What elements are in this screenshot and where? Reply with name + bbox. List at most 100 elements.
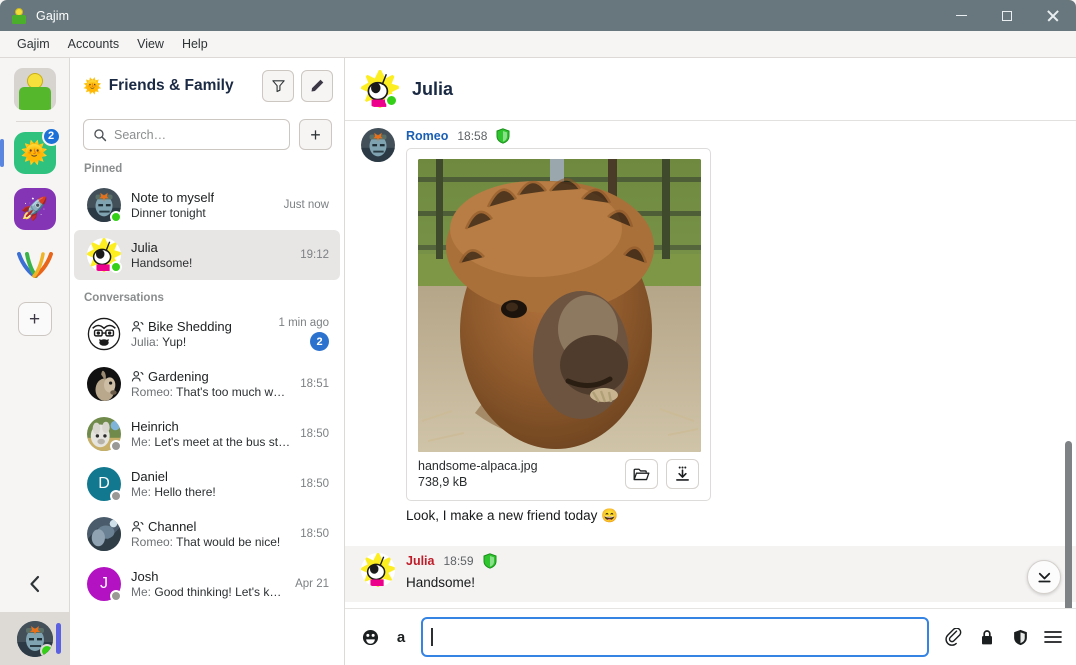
chat-row-julia[interactable]: Julia Handsome! 19:12 [74, 230, 340, 280]
security-shield-button[interactable] [1009, 626, 1031, 648]
text-caret [431, 628, 433, 646]
rail-bottom [0, 555, 70, 665]
chat-row-name: Josh [131, 569, 159, 584]
chat-row-preview: Me: Let's meet at the bus stop then [131, 435, 290, 449]
chat-list-panel: 🌞 Friends & Family Search… + Pinned Note… [70, 58, 345, 665]
sun-emoji-icon: 🌞 [20, 140, 49, 165]
message-list[interactable]: Romeo 18:58 handsome-alpaca.jpg 738,9 kB… [345, 121, 1076, 608]
plus-icon: + [28, 308, 41, 330]
chat-row-gardening[interactable]: Gardening Romeo: That's too much water t… [74, 359, 340, 409]
emoji-button[interactable] [359, 626, 381, 648]
compose-actions [943, 626, 1064, 648]
chat-row-name: Julia [131, 240, 158, 255]
avatar [361, 128, 395, 162]
attachment-image[interactable] [418, 159, 701, 452]
preview-text: Let's meet at the bus stop then [154, 435, 291, 449]
presence-dot [110, 440, 122, 452]
chat-row-time: 18:50 [300, 528, 329, 540]
preview-text: Hello there! [154, 485, 216, 499]
chat-row-josh[interactable]: J Josh Me: Good thinking! Let's keep it … [74, 559, 340, 609]
message-input[interactable] [421, 617, 929, 657]
encryption-button[interactable] [976, 626, 998, 648]
menu-help[interactable]: Help [173, 34, 217, 54]
chat-row-preview: Me: Good thinking! Let's keep it then [131, 585, 285, 599]
chat-row-time: Apr 21 [295, 578, 329, 590]
gajim-v-logo-icon[interactable] [14, 244, 56, 286]
chat-row-channel[interactable]: Channel Romeo: That would be nice! 18:50 [74, 509, 340, 559]
user-accent-bar [56, 623, 61, 654]
chat-row-bike-shedding[interactable]: Bike Shedding Julia: Yup! 1 min ago 2 [74, 309, 340, 359]
file-attachment-card[interactable]: handsome-alpaca.jpg 738,9 kB [406, 148, 711, 501]
avatar [87, 188, 122, 223]
presence-dot [385, 94, 398, 107]
group-chat-icon [131, 370, 145, 383]
search-icon [94, 128, 107, 141]
more-options-button[interactable] [1042, 626, 1064, 648]
search-input[interactable]: Search… [83, 119, 290, 150]
filter-button[interactable] [262, 69, 294, 102]
chat-row-preview: Julia: Yup! [131, 335, 268, 349]
chat-row-daniel[interactable]: D Daniel Me: Hello there! 18:50 [74, 459, 340, 509]
collapse-sidebar-button[interactable] [0, 555, 70, 612]
encryption-shield-icon [483, 553, 497, 569]
account-button-sun[interactable]: 🌞 2 [0, 127, 61, 174]
window-controls [938, 0, 1076, 31]
attach-file-button[interactable] [943, 626, 965, 648]
chat-list-header: 🌞 Friends & Family [70, 58, 344, 113]
edit-button[interactable] [301, 69, 333, 102]
menu-accounts[interactable]: Accounts [59, 34, 128, 54]
section-label-conversations: Conversations [84, 292, 164, 304]
chat-row-time: 19:12 [300, 249, 329, 261]
presence-dot [110, 590, 122, 602]
presence-dot [110, 261, 122, 273]
title-bar: Gajim [0, 0, 1076, 31]
menu-view[interactable]: View [128, 34, 173, 54]
format-text-button[interactable]: a [390, 626, 412, 648]
chat-row-name: Bike Shedding [148, 319, 232, 334]
group-chat-icon [131, 320, 145, 333]
presence-dot [110, 490, 122, 502]
avatar-initial: D [98, 475, 110, 492]
maximize-button[interactable] [984, 0, 1030, 31]
folder-icon [633, 468, 650, 480]
avatar [87, 238, 122, 273]
chat-row-preview: Me: Hello there! [131, 485, 290, 499]
preview-sender: Romeo: [131, 385, 174, 399]
account-unread-badge: 2 [41, 127, 61, 146]
account-button-rocket[interactable]: 🚀 [13, 188, 56, 230]
download-icon [676, 466, 689, 481]
chat-row-heinrich[interactable]: Heinrich Me: Let's meet at the bus stop … [74, 409, 340, 459]
open-folder-button[interactable] [625, 459, 658, 489]
chat-row-note-to-myself[interactable]: Note to myself Dinner tonight Just now [74, 180, 340, 230]
chat-row-preview: Handsome! [131, 256, 193, 270]
attachment-filesize: 738,9 kB [418, 475, 468, 489]
chat-header-avatar[interactable] [361, 70, 399, 108]
chat-row-name: Gardening [148, 369, 209, 384]
chat-row-time: 18:50 [300, 478, 329, 490]
minimize-button[interactable] [938, 0, 984, 31]
start-chat-button[interactable]: + [299, 119, 332, 150]
account-avatar[interactable] [13, 68, 56, 110]
chat-row-preview: Romeo: That would be nice! [131, 535, 290, 549]
message-julia: Julia 18:59 Handsome! [345, 546, 1076, 602]
pencil-icon [311, 79, 323, 92]
chat-list-title: 🌞 Friends & Family [83, 77, 255, 95]
message-scrollbar[interactable] [1065, 441, 1072, 608]
chat-header-name: Julia [412, 78, 454, 99]
chat-list-scroll[interactable]: Pinned Note to myself Dinner tonight Jus… [70, 160, 344, 665]
chat-header: Julia [345, 58, 1076, 121]
chat-row-time: 18:51 [300, 378, 329, 390]
add-account-button[interactable]: + [17, 302, 52, 336]
menu-gajim[interactable]: Gajim [8, 34, 59, 54]
message-author: Romeo [406, 129, 449, 143]
attachment-footer: handsome-alpaca.jpg 738,9 kB [407, 459, 710, 500]
chat-row-time: 1 min ago [278, 317, 329, 329]
current-user-avatar[interactable] [0, 612, 70, 665]
scroll-to-bottom-button[interactable] [1027, 560, 1061, 594]
rocket-emoji-icon: 🚀 [20, 196, 49, 221]
close-button[interactable] [1030, 0, 1076, 31]
preview-text: Yup! [162, 335, 187, 349]
preview-text: Good thinking! Let's keep it then [154, 585, 285, 599]
gajim-window: Gajim Gajim Accounts View Help 🌞 2 🚀 + 🌞… [0, 0, 1076, 665]
download-button[interactable] [666, 459, 699, 489]
